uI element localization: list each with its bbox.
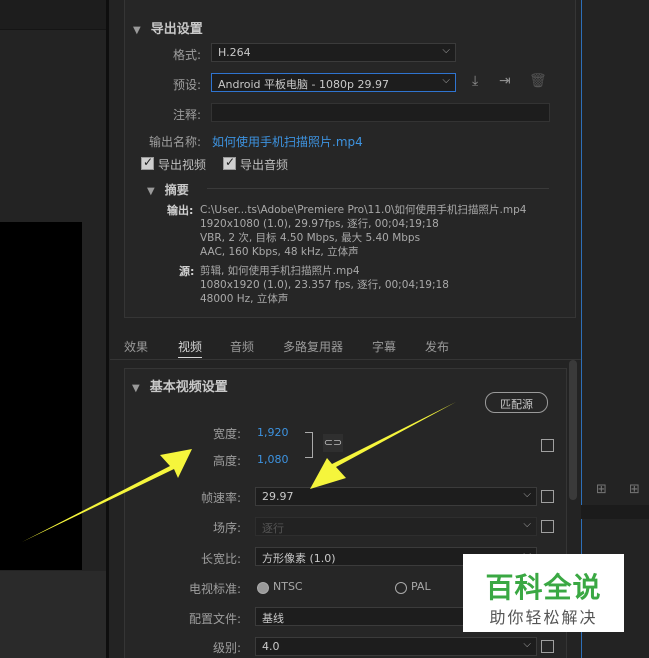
summary-output-label: 输出: [167, 204, 194, 217]
summary-source-line: 剪辑, 如何使用手机扫描照片.mp4 [200, 265, 360, 277]
timeline-strip [581, 505, 649, 519]
summary-output-line: VBR, 2 次, 目标 4.50 Mbps, 最大 5.40 Mbps [200, 232, 421, 244]
height-value[interactable]: 1,080 [257, 453, 289, 466]
export-audio-checkbox[interactable] [223, 155, 236, 170]
format-dropdown[interactable]: H.264 ⌵ [211, 43, 456, 62]
pal-radio[interactable] [395, 582, 407, 594]
match-source-button[interactable]: 匹配源 [485, 392, 548, 413]
chevron-down-icon: ⌵ [523, 519, 531, 530]
format-label: 格式: [172, 48, 201, 62]
save-preset-icon[interactable]: ⇥ [499, 73, 511, 89]
video-preview [0, 222, 82, 570]
tab-video[interactable]: 视频 [178, 338, 203, 358]
ntsc-radio[interactable] [257, 582, 269, 594]
field-order-override-checkbox[interactable] [541, 520, 554, 533]
height-label: 高度: [212, 454, 241, 468]
profile-label: 配置文件: [188, 612, 241, 626]
output-name-link[interactable]: 如何使用手机扫描照片.mp4 [212, 133, 363, 150]
preset-value: Android 平板电脑 - 1080p 29.97 [218, 78, 389, 91]
export-audio-label: 导出音频 [240, 158, 289, 172]
aspect-value: 方形像素 (1.0) [262, 552, 336, 565]
basic-video-settings-header[interactable]: ▼ 基本视频设置 [132, 376, 228, 395]
panel-header [0, 0, 106, 30]
level-dropdown[interactable]: 4.0 ⌵ [255, 637, 537, 656]
export-settings-section: ▼ 导出设置 格式: H.264 ⌵ 预设: Android 平板电脑 - 108… [124, 0, 576, 318]
section-title: 导出设置 [150, 22, 203, 37]
comment-label: 注释: [172, 108, 201, 122]
tab-captions[interactable]: 字幕 [372, 338, 396, 355]
field-order-dropdown[interactable]: 逐行 ⌵ [255, 517, 537, 536]
format-value: H.264 [218, 46, 251, 59]
preset-label: 预设: [172, 78, 201, 92]
tab-multiplexer[interactable]: 多路复用器 [283, 338, 343, 355]
watermark-subtitle: 助你轻松解决 [489, 608, 598, 627]
settings-tabs: 效果 视频 音频 多路复用器 字幕 发布 [110, 330, 581, 360]
export-settings-header[interactable]: ▼ 导出设置 [133, 18, 203, 37]
chevron-down-icon[interactable]: ▼ [147, 186, 155, 197]
section-title: 基本视频设置 [149, 380, 228, 395]
chevron-down-icon[interactable]: ▼ [132, 383, 140, 394]
chevron-down-icon[interactable]: ▼ [133, 25, 141, 36]
track-icon[interactable]: ⊞ [596, 482, 607, 497]
link-icon[interactable]: ⊂⊃ [323, 434, 343, 452]
comment-input[interactable] [211, 103, 550, 122]
divider [207, 188, 549, 189]
export-video-checkbox[interactable] [141, 155, 154, 170]
tab-audio[interactable]: 音频 [230, 338, 254, 355]
field-order-value: 逐行 [262, 522, 284, 535]
summary-output-line: 1920x1080 (1.0), 29.97fps, 逐行, 00;04;19;… [200, 218, 439, 230]
framerate-override-checkbox[interactable] [541, 490, 554, 503]
level-label: 级别: [212, 641, 241, 655]
summary-source-line: 48000 Hz, 立体声 [200, 293, 289, 305]
framerate-value: 29.97 [262, 490, 294, 503]
tab-publish[interactable]: 发布 [425, 338, 449, 355]
tab-effects[interactable]: 效果 [124, 338, 148, 355]
output-name-label: 输出名称: [148, 135, 201, 149]
profile-value: 基线 [262, 612, 284, 625]
track-icon[interactable]: ⊞ [629, 482, 640, 497]
field-order-label: 场序: [212, 521, 241, 535]
framerate-dropdown[interactable]: 29.97 ⌵ [255, 487, 537, 506]
settings-scrollbar[interactable] [569, 360, 577, 500]
width-label: 宽度: [212, 427, 241, 441]
summary-header[interactable]: ▼ 摘要 [147, 181, 189, 198]
summary-output-line: AAC, 160 Kbps, 48 kHz, 立体声 [200, 246, 359, 258]
panel-divider [106, 0, 109, 658]
chevron-down-icon: ⌵ [442, 75, 450, 86]
width-value[interactable]: 1,920 [257, 426, 289, 439]
import-preset-icon[interactable]: ⤓ [472, 73, 478, 89]
export-video-label: 导出视频 [158, 158, 207, 172]
chevron-down-icon: ⌵ [523, 639, 531, 650]
trash-icon[interactable]: 🗑 [529, 73, 547, 89]
ntsc-label: NTSC [273, 580, 303, 593]
level-value: 4.0 [262, 640, 280, 653]
pal-label: PAL [411, 580, 431, 593]
summary-source-label: 源: [179, 265, 195, 278]
link-bracket [305, 432, 313, 458]
summary-source-line: 1080x1920 (1.0), 23.357 fps, 逐行, 00;04;1… [200, 279, 449, 291]
aspect-label: 长宽比: [200, 552, 241, 566]
chevron-down-icon: ⌵ [523, 489, 531, 500]
framerate-label: 帧速率: [200, 491, 241, 505]
program-monitor-panel [0, 0, 106, 658]
preset-dropdown[interactable]: Android 平板电脑 - 1080p 29.97 ⌵ [211, 73, 456, 92]
tv-standard-label: 电视标准: [188, 582, 241, 596]
watermark-logo: 百科全说 助你轻松解决 [463, 554, 624, 632]
chevron-down-icon: ⌵ [442, 45, 450, 56]
size-override-checkbox[interactable] [541, 439, 554, 452]
watermark-title: 百科全说 [485, 571, 602, 604]
summary-output-line: C:\User...ts\Adobe\Premiere Pro\11.0\如何使… [200, 204, 527, 216]
panel-lower-area [0, 571, 106, 658]
level-override-checkbox[interactable] [541, 640, 554, 653]
summary-title: 摘要 [164, 183, 189, 197]
